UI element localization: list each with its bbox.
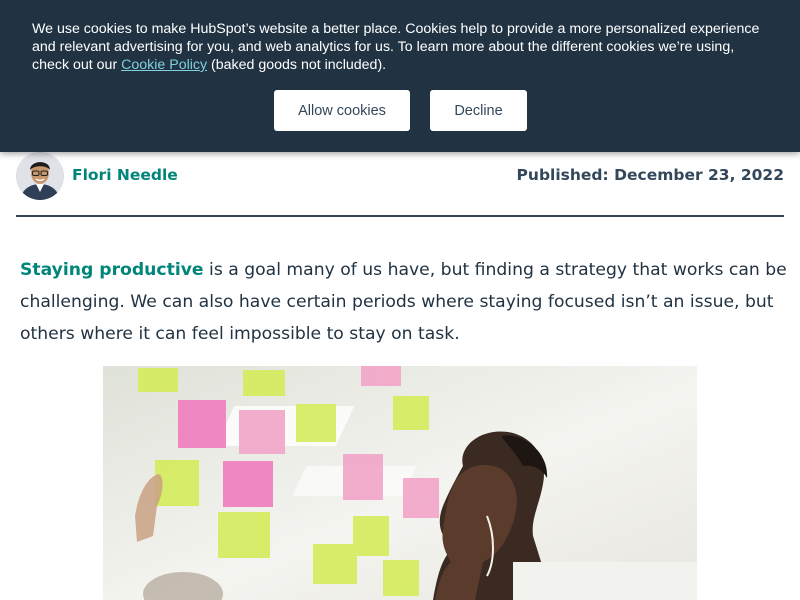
author-row: Flori Needle Published: December 23, 202… [16, 152, 784, 200]
cookie-banner: We use cookies to make HubSpot’s website… [0, 0, 800, 152]
allow-cookies-button[interactable]: Allow cookies [274, 90, 410, 131]
decline-cookies-button[interactable]: Decline [430, 90, 527, 131]
staying-productive-link[interactable]: Staying productive [20, 260, 204, 280]
cookie-policy-link[interactable]: Cookie Policy [121, 57, 207, 73]
article-intro: Staying productive is a goal many of us … [20, 254, 790, 350]
cookie-message: We use cookies to make HubSpot’s website… [32, 20, 772, 74]
article-hero-image [103, 366, 697, 600]
author-name-link[interactable]: Flori Needle [72, 166, 178, 184]
published-date: Published: December 23, 2022 [516, 166, 784, 184]
cookie-text-after: (baked goods not included). [207, 57, 387, 73]
divider [16, 215, 784, 217]
author-avatar[interactable] [16, 152, 64, 200]
